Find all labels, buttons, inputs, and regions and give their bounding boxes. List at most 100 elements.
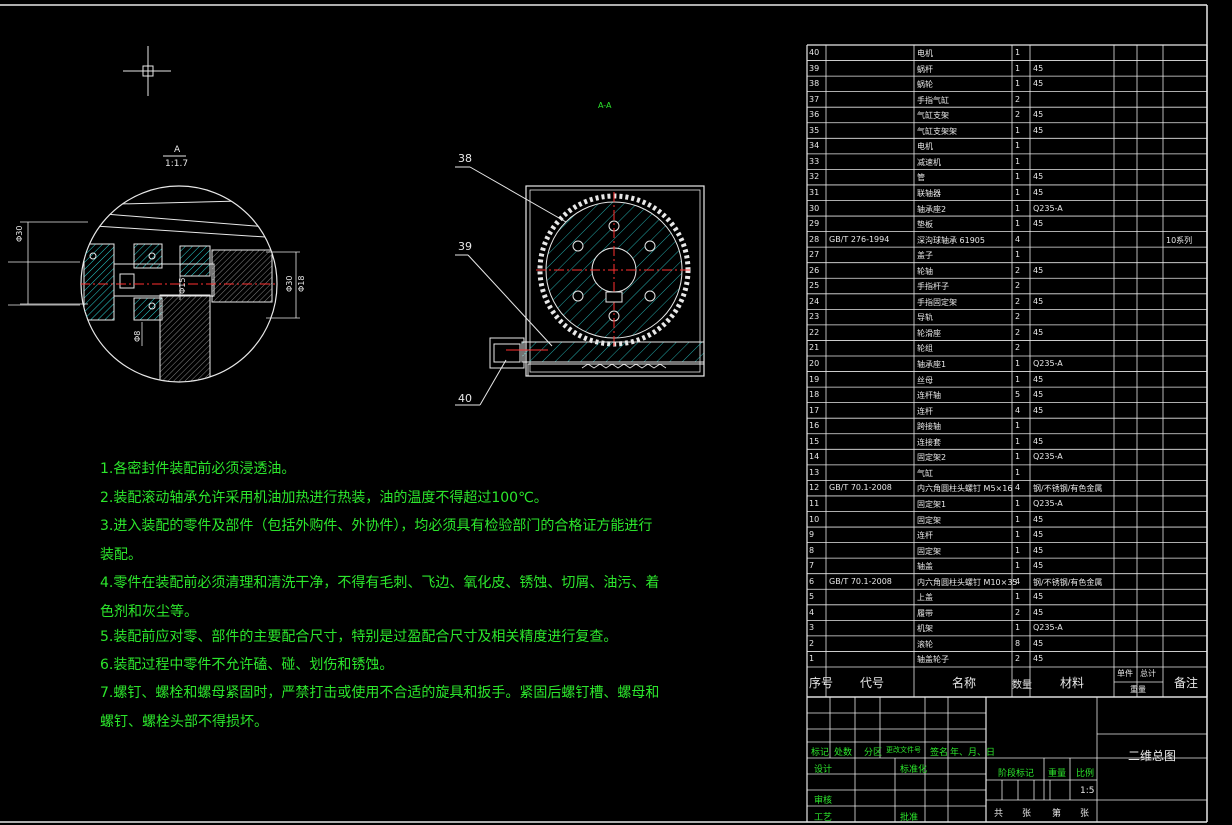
bom-header-qty: 数量 bbox=[1012, 680, 1032, 691]
bom-header-weight: 重量 bbox=[1130, 685, 1146, 694]
bom-cell-code: GB/T 70.1-2008 bbox=[829, 576, 892, 586]
bom-cell-name: 连杆轴 bbox=[917, 391, 941, 401]
bom-cell-no: 38 bbox=[809, 79, 820, 89]
bom-header-name: 名称 bbox=[952, 676, 977, 690]
bom-cell-mat: 45 bbox=[1033, 63, 1044, 73]
bom-cell-mat: 45 bbox=[1033, 187, 1044, 197]
bom-cell-no: 8 bbox=[809, 545, 815, 555]
tb-scale-value: 1:5 bbox=[1080, 786, 1095, 796]
callout-38: 38 bbox=[458, 152, 472, 165]
bom-cell-mat: Q235-A bbox=[1033, 623, 1063, 633]
bom-cell-no: 29 bbox=[809, 219, 820, 229]
dim-label: Φ30 bbox=[285, 276, 294, 292]
bom-cell-qty: 1 bbox=[1015, 141, 1021, 151]
bom-cell-qty: 1 bbox=[1015, 187, 1021, 197]
bom-cell-name: 减速机 bbox=[917, 157, 941, 167]
bom-cell-name: 手指固定架 bbox=[917, 297, 957, 307]
tb-design: 设计 bbox=[814, 765, 833, 775]
bom-cell-no: 22 bbox=[809, 327, 820, 337]
tb-process: 工艺 bbox=[814, 813, 833, 823]
bom-cell-qty: 1 bbox=[1015, 561, 1021, 571]
bom-cell-qty: 4 bbox=[1015, 576, 1021, 586]
bom-cell-mat: 45 bbox=[1033, 327, 1044, 337]
bom-cell-qty: 1 bbox=[1015, 63, 1021, 73]
bom-cell-qty: 1 bbox=[1015, 530, 1021, 540]
bom-header-note: 备注 bbox=[1174, 676, 1199, 690]
bom-cell-no: 30 bbox=[809, 203, 820, 213]
tb-total: 共 bbox=[994, 809, 1004, 819]
bom-cell-qty: 4 bbox=[1015, 405, 1021, 415]
note-line: 6.装配过程中零件不允许磕、碰、划伤和锈蚀。 bbox=[100, 657, 394, 673]
bom-cell-qty: 1 bbox=[1015, 452, 1021, 462]
tb-weight: 重量 bbox=[1048, 769, 1067, 779]
bom-cell-no: 35 bbox=[809, 125, 820, 135]
tb-doc: 更改文件号 bbox=[886, 746, 921, 754]
bom-cell-name: 固定架 bbox=[917, 546, 941, 556]
bom-cell-no: 27 bbox=[809, 250, 820, 260]
dim-label: Φ30 bbox=[15, 226, 24, 242]
note-line: 1.各密封件装配前必须浸透油。 bbox=[100, 461, 296, 477]
bom-cell-no: 14 bbox=[809, 452, 820, 462]
bom-header-code: 代号 bbox=[860, 676, 885, 690]
bom-cell-no: 23 bbox=[809, 312, 820, 322]
bom-cell-name: 轮组 bbox=[917, 344, 933, 354]
bom-cell-mat: 45 bbox=[1033, 125, 1044, 135]
bom-cell-no: 20 bbox=[809, 359, 820, 368]
bom-header-total: 总计 bbox=[1140, 669, 1156, 678]
bom-cell-name: 联轴器 bbox=[917, 188, 941, 198]
section-label: A-A bbox=[598, 101, 612, 110]
bom-cell-name: 轴盖轮子 bbox=[917, 655, 949, 665]
bom-cell-name: 蜗轮 bbox=[917, 80, 933, 90]
bom-cell-mat: 45 bbox=[1033, 607, 1044, 617]
bom-cell-qty: 2 bbox=[1015, 265, 1021, 275]
bom-cell-no: 12 bbox=[809, 483, 820, 493]
bom-cell-mat: 45 bbox=[1033, 654, 1044, 664]
bom-cell-mat: 钢/不锈钢/有色金属 bbox=[1033, 484, 1103, 494]
bom-cell-no: 24 bbox=[809, 296, 820, 306]
bom-cell-no: 34 bbox=[809, 141, 820, 151]
bom-cell-qty: 1 bbox=[1015, 172, 1021, 182]
bom-cell-code: GB/T 276-1994 bbox=[829, 234, 890, 244]
bom-cell-qty: 2 bbox=[1015, 327, 1021, 337]
bom-cell-qty: 2 bbox=[1015, 110, 1021, 120]
callout-39: 39 bbox=[458, 240, 472, 253]
bom-cell-name: 跨接轴 bbox=[917, 422, 941, 432]
bom-cell-name: 连接套 bbox=[917, 437, 941, 447]
tb-mark: 标记 bbox=[811, 748, 830, 758]
bom-cell-qty: 2 bbox=[1015, 281, 1021, 291]
detail-label-scale: 1:1.7 bbox=[165, 159, 188, 169]
bom-cell-name: 气缸支架 bbox=[917, 111, 949, 121]
tb-stage: 阶段标记 bbox=[998, 769, 1035, 779]
bom-cell-no: 17 bbox=[809, 405, 820, 415]
bom-cell-mat: 45 bbox=[1033, 592, 1044, 602]
bom-cell-name: 手指气缸 bbox=[917, 95, 949, 105]
bom-cell-qty: 4 bbox=[1015, 483, 1021, 493]
bom-cell-name: 固定架 bbox=[917, 515, 941, 525]
bom-cell-no: 28 bbox=[809, 234, 820, 244]
bom-cell-no: 15 bbox=[809, 436, 820, 446]
detail-label-top: A bbox=[174, 145, 181, 155]
bom-cell-no: 6 bbox=[809, 576, 815, 586]
bom-cell-no: 1 bbox=[809, 654, 815, 664]
bom-cell-mat: 45 bbox=[1033, 390, 1044, 400]
bom-cell-name: 手指杆子 bbox=[917, 282, 949, 292]
bom-cell-qty: 2 bbox=[1015, 312, 1021, 322]
bom-cell-name: 履带 bbox=[917, 608, 933, 618]
bom-cell-qty: 2 bbox=[1015, 296, 1021, 306]
tb-std: 标准化 bbox=[900, 765, 928, 775]
bom-cell-name: 轴盖 bbox=[917, 562, 933, 572]
bom-cell-name: 导轨 bbox=[917, 313, 933, 323]
bom-cell-no: 9 bbox=[809, 530, 815, 540]
bom-cell-mat: 45 bbox=[1033, 110, 1044, 120]
crosshair-cursor[interactable] bbox=[123, 46, 171, 96]
bom-cell-name: 固定架1 bbox=[917, 499, 947, 509]
note-line: 7.螺钉、螺栓和螺母紧固时，严禁打击或使用不合适的旋具和扳手。紧固后螺钉槽、螺母… bbox=[100, 685, 660, 730]
bom-cell-name: 丝母 bbox=[917, 375, 933, 385]
bom-cell-no: 25 bbox=[809, 281, 820, 291]
bom-cell-mat: Q235-A bbox=[1033, 452, 1063, 462]
bom-cell-qty: 1 bbox=[1015, 592, 1021, 602]
bom-cell-mat: 45 bbox=[1033, 545, 1044, 555]
bom-cell-qty: 1 bbox=[1015, 467, 1021, 477]
bom-cell-name: 气缸支架架 bbox=[917, 126, 957, 136]
bom-cell-no: 33 bbox=[809, 156, 820, 166]
